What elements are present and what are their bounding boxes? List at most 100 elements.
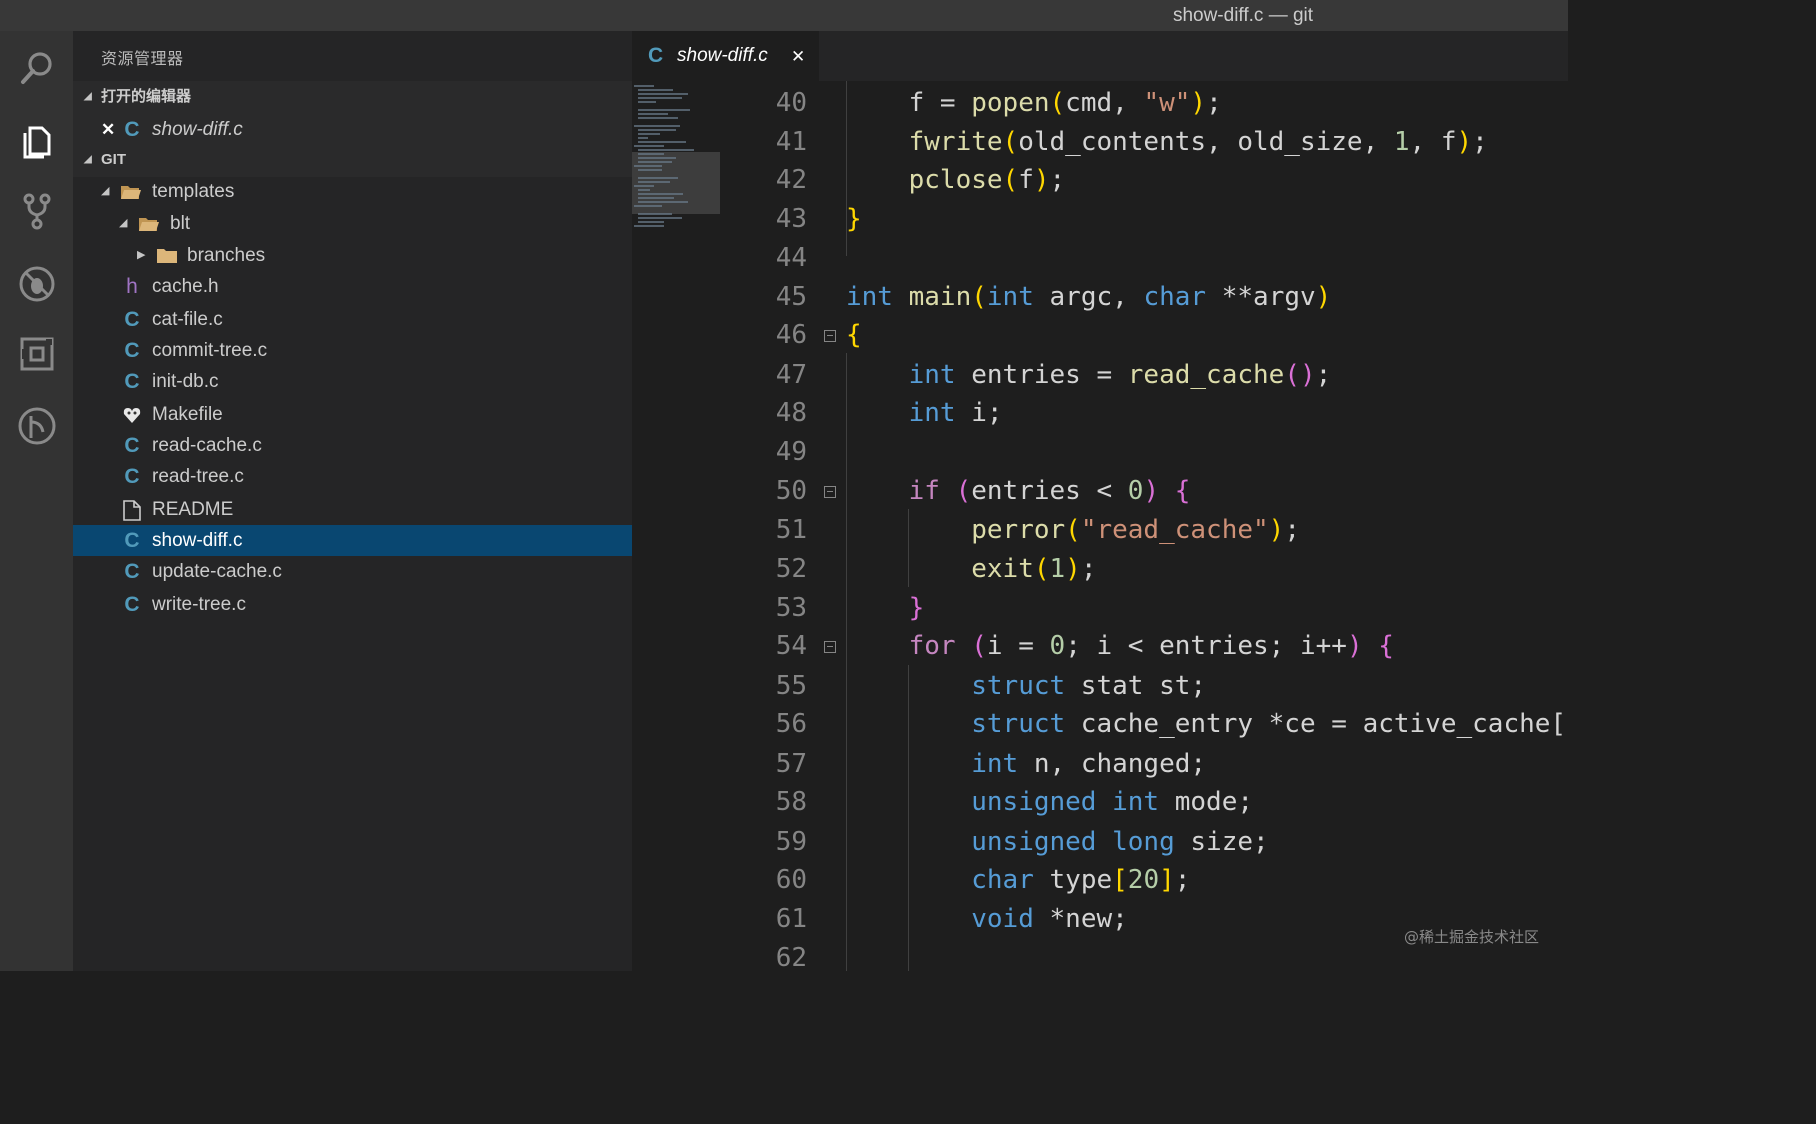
code-line[interactable]: 59 unsigned long size; [720, 823, 1568, 862]
code-line[interactable]: 55 struct stat st; [720, 667, 1568, 706]
code-line[interactable]: 56 struct cache_entry *ce = active_cache… [720, 705, 1568, 744]
minimap-line [638, 153, 664, 155]
code-token: ) [1143, 476, 1160, 506]
code-token: ( [1033, 554, 1050, 584]
tab-label: show-diff.c [677, 45, 768, 66]
code-token: "read_cache" [1080, 515, 1269, 545]
c-file-icon: C [648, 44, 664, 67]
close-icon[interactable]: ✕ [101, 114, 115, 145]
line-number: 40 [775, 88, 807, 118]
tree-file-write-tree-c[interactable]: C write-tree.c [73, 589, 632, 620]
line-number: 42 [775, 165, 807, 195]
code-line[interactable]: 53 } [720, 589, 1568, 628]
code-line[interactable]: 54 for (i = 0; i < entries; i++) { [720, 627, 1568, 666]
fold-toggle-icon[interactable] [824, 330, 836, 342]
code-line[interactable]: 51 perror("read_cache"); [720, 511, 1568, 550]
tree-file-cat-file-c[interactable]: C cat-file.c [73, 304, 632, 335]
c-file-icon: C [124, 370, 140, 393]
code-editor[interactable]: 40 f = popen(cmd, "w"); 41 fwrite(old_con… [720, 81, 1568, 971]
code-token: n, changed; [1018, 749, 1207, 779]
code-line[interactable]: 42 pclose(f); [720, 161, 1568, 200]
code-line[interactable]: 50 if (entries < 0) { [720, 472, 1568, 511]
code-line[interactable]: 45 int main(int argc, char **argv) [720, 278, 1568, 317]
tree-file-commit-tree-c[interactable]: C commit-tree.c [73, 335, 632, 366]
minimap-line [638, 197, 674, 199]
code-line[interactable]: 46 { [720, 316, 1568, 355]
tree-file-readme[interactable]: README [73, 494, 632, 525]
tree-file-makefile[interactable]: Makefile [73, 399, 632, 430]
code-token: ; [1206, 88, 1222, 118]
tree-file-show-diff-c[interactable]: C show-diff.c [73, 525, 632, 556]
code-text: struct cache_entry *ce = active_cache[i]… [846, 705, 1568, 744]
tree-file-read-cache-c[interactable]: C read-cache.c [73, 430, 632, 461]
extensions-icon[interactable] [14, 331, 60, 377]
git-graph-icon[interactable] [14, 403, 60, 449]
minimap-line [634, 185, 654, 187]
tree-folder-branches[interactable]: ▶ branches [73, 240, 632, 271]
source-control-icon[interactable] [14, 188, 60, 234]
minimap-line [638, 149, 694, 151]
minimap[interactable] [632, 81, 720, 971]
fold-toggle-icon[interactable] [824, 486, 836, 498]
code-line[interactable]: 40 f = popen(cmd, "w"); [720, 84, 1568, 123]
code-token: if [908, 476, 940, 506]
code-line[interactable]: 58 unsigned int mode; [720, 783, 1568, 822]
tree-file-cache-h[interactable]: h cache.h [73, 271, 632, 302]
code-line[interactable]: 49 [720, 433, 1568, 472]
code-text: int entries = read_cache(); [846, 356, 1332, 395]
code-line[interactable]: 48 int i; [720, 394, 1568, 433]
tree-folder-templates[interactable]: ◢ templates [73, 176, 632, 207]
code-token: int [908, 360, 956, 390]
code-text: unsigned long size; [846, 823, 1268, 862]
code-text: struct stat st; [846, 667, 1206, 706]
close-icon[interactable]: ✕ [791, 32, 805, 82]
tree-folder-blt[interactable]: ◢ blt [73, 208, 632, 239]
minimap-line [638, 221, 664, 223]
sidebar-title: 资源管理器 [101, 51, 184, 68]
minimap-line [638, 201, 688, 203]
code-token: ; [1049, 165, 1066, 195]
minimap-line [638, 133, 660, 135]
search-icon[interactable] [14, 45, 60, 91]
code-token: cache_entry *ce = active_cache[i]; [1065, 709, 1568, 739]
tab-show-diff-c[interactable]: C show-diff.c ✕ [632, 31, 819, 81]
code-text: } [846, 200, 862, 239]
tree-file-init-db-c[interactable]: C init-db.c [73, 366, 632, 397]
debug-icon[interactable] [14, 261, 60, 307]
c-file-icon: C [124, 560, 140, 583]
code-token: pclose [908, 165, 1003, 195]
folder-icon [157, 249, 177, 263]
code-token: fwrite [908, 127, 1003, 157]
watermark: @稀土掘金技术社区 [1404, 928, 1540, 946]
tree-file-read-tree-c[interactable]: C read-tree.c [73, 461, 632, 492]
minimap-line [638, 161, 672, 163]
fold-toggle-icon[interactable] [824, 641, 836, 653]
code-line[interactable]: 41 fwrite(old_contents, old_size, 1, f); [720, 123, 1568, 162]
tree-file-update-cache-c[interactable]: C update-cache.c [73, 556, 632, 587]
files-icon[interactable] [14, 117, 60, 163]
code-token: ) [1268, 515, 1285, 545]
code-line[interactable]: 44 [720, 239, 1568, 278]
code-token: "w" [1143, 88, 1191, 118]
workspace-header[interactable]: ◢ GIT [73, 144, 632, 176]
c-file-icon: C [124, 529, 140, 552]
open-editors-header[interactable]: ◢ 打开的编辑器 [73, 81, 632, 113]
code-line[interactable]: 60 char type[20]; [720, 861, 1568, 900]
open-editor-item[interactable]: ✕ C show-diff.c [73, 114, 632, 145]
minimap-line [634, 145, 664, 147]
code-line[interactable]: 43} [720, 200, 1568, 239]
code-token: struct [971, 709, 1066, 739]
code-token: 20 [1127, 865, 1160, 895]
code-line[interactable]: 52 exit(1); [720, 550, 1568, 589]
code-line[interactable]: 57 int n, changed; [720, 745, 1568, 784]
code-line[interactable]: 47 int entries = read_cache(); [720, 356, 1568, 395]
line-number: 43 [775, 204, 807, 234]
